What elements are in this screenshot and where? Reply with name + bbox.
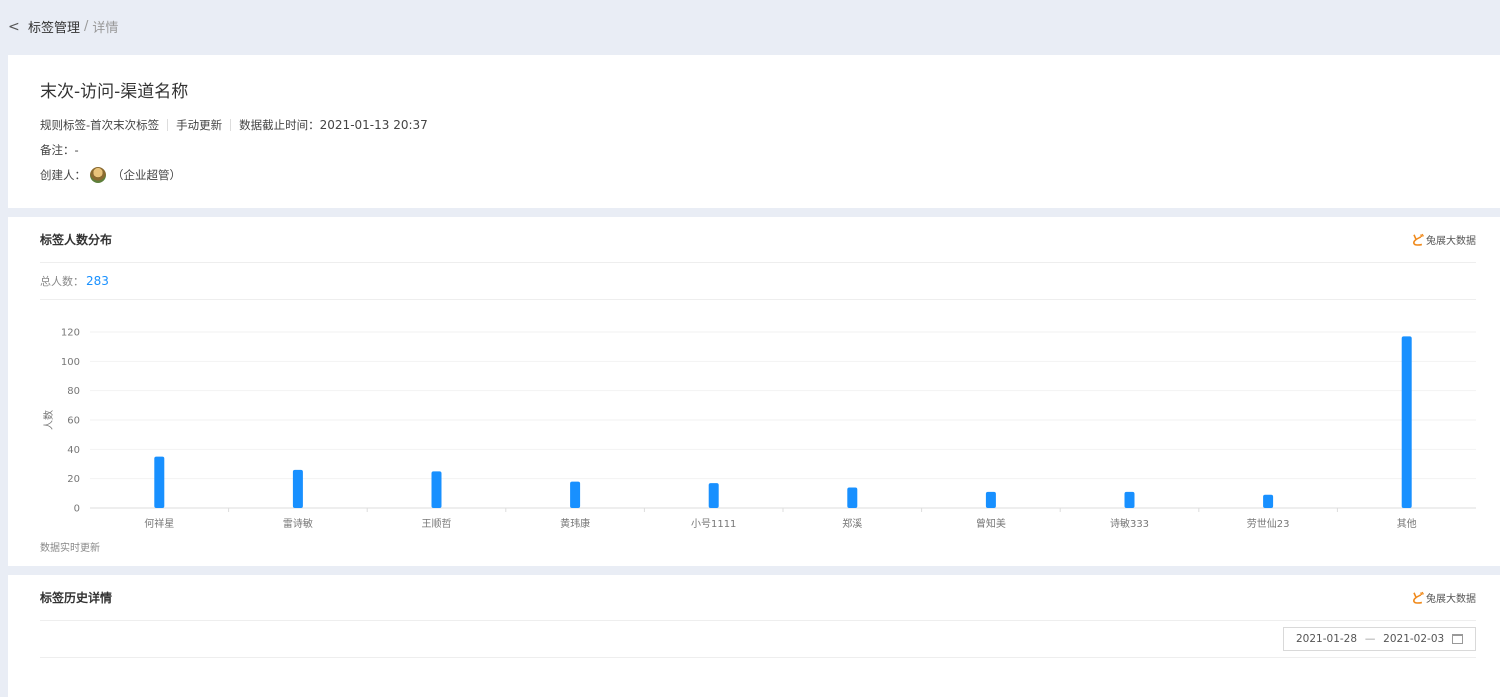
bar bbox=[570, 481, 581, 508]
x-tick-label: 王顺哲 bbox=[422, 518, 452, 530]
remark-value: - bbox=[74, 143, 79, 157]
breadcrumb: < 标签管理 / 详情 bbox=[0, 0, 1500, 53]
bar bbox=[1263, 494, 1274, 508]
bar bbox=[985, 491, 996, 508]
brand-logo: ど 兔展大数据 bbox=[1411, 588, 1476, 607]
calendar-icon[interactable] bbox=[1452, 634, 1463, 644]
total-label: 总人数： bbox=[40, 275, 84, 288]
x-tick-label: 小号1111 bbox=[691, 518, 736, 530]
date-end[interactable]: 2021-02-03 bbox=[1383, 633, 1444, 645]
y-tick-label: 120 bbox=[61, 328, 80, 339]
x-tick-label: 何祥星 bbox=[144, 517, 174, 530]
tag-info-card: 末次-访问-渠道名称 规则标签-首次末次标签 手动更新 数据截止时间： 2021… bbox=[8, 55, 1500, 208]
divider bbox=[167, 119, 169, 131]
breadcrumb-separator: / bbox=[84, 19, 89, 34]
y-tick-label: 40 bbox=[67, 445, 80, 456]
bar bbox=[1401, 336, 1412, 508]
remark-row: 备注： - bbox=[40, 142, 1468, 158]
date-start[interactable]: 2021-01-28 bbox=[1296, 633, 1357, 645]
brand-logo: ど 兔展大数据 bbox=[1411, 230, 1476, 249]
bar bbox=[1124, 491, 1135, 508]
bar bbox=[847, 487, 858, 508]
y-tick-label: 100 bbox=[61, 357, 80, 368]
y-tick-label: 20 bbox=[67, 474, 80, 485]
creator-row: 创建人： （企业超管） bbox=[40, 167, 1468, 183]
realtime-note: 数据实时更新 bbox=[40, 543, 100, 554]
rabbit-logo-icon: ど bbox=[1410, 234, 1424, 249]
section-title: 标签人数分布 bbox=[40, 233, 113, 247]
bar bbox=[292, 469, 303, 508]
y-tick-label: 0 bbox=[74, 504, 80, 515]
chevron-left-icon[interactable]: < bbox=[8, 19, 28, 35]
remark-label: 备注： bbox=[40, 143, 75, 157]
y-axis-label: 人数 bbox=[42, 410, 55, 430]
x-tick-label: 雷诗敏 bbox=[283, 517, 313, 530]
y-tick-label: 80 bbox=[67, 386, 80, 397]
total-row: 总人数： 283 bbox=[40, 263, 1476, 300]
data-cutoff-label: 数据截止时间： bbox=[239, 118, 320, 132]
date-range-picker[interactable]: 2021-01-28 — 2021-02-03 bbox=[1283, 627, 1476, 651]
bar bbox=[431, 471, 442, 508]
y-tick-label: 60 bbox=[67, 416, 80, 427]
page-title: 末次-访问-渠道名称 bbox=[40, 82, 189, 102]
x-tick-label: 黄玮康 bbox=[560, 517, 590, 530]
update-mode: 手动更新 bbox=[176, 118, 223, 132]
brand-name: 兔展大数据 bbox=[1426, 236, 1476, 247]
date-separator: — bbox=[1364, 633, 1376, 645]
divider bbox=[230, 119, 232, 131]
brand-name: 兔展大数据 bbox=[1426, 594, 1476, 605]
avatar bbox=[90, 167, 106, 183]
section-title: 标签历史详情 bbox=[40, 591, 113, 605]
breadcrumb-current: 详情 bbox=[92, 21, 119, 36]
tag-meta-row: 规则标签-首次末次标签 手动更新 数据截止时间： 2021-01-13 20:3… bbox=[40, 117, 1468, 133]
total-value: 283 bbox=[86, 274, 109, 288]
rabbit-logo-icon: ど bbox=[1410, 592, 1424, 607]
x-tick-label: 劳世仙23 bbox=[1247, 517, 1290, 530]
bar bbox=[708, 483, 719, 508]
x-tick-label: 曾知美 bbox=[976, 517, 1006, 530]
distribution-card: 标签人数分布 ど 兔展大数据 总人数： 283 0 20 40 60 80 100 120 人… bbox=[8, 217, 1500, 566]
x-tick-label: 其他 bbox=[1397, 517, 1417, 530]
data-cutoff-value: 2021-01-13 20:37 bbox=[319, 118, 428, 132]
breadcrumb-tag-management[interactable]: 标签管理 bbox=[28, 17, 80, 36]
date-filter-bar: 2021-01-28 — 2021-02-03 bbox=[40, 621, 1476, 658]
x-tick-label: 诗敏333 bbox=[1110, 517, 1149, 530]
history-card: 标签历史详情 ど 兔展大数据 2021-01-28 — 2021-02-03 bbox=[8, 575, 1500, 697]
creator-label: 创建人： bbox=[40, 168, 86, 182]
tag-type: 规则标签-首次末次标签 bbox=[40, 118, 160, 132]
creator-role: （企业超管） bbox=[112, 168, 181, 182]
bar bbox=[154, 456, 165, 508]
distribution-header: 标签人数分布 ど 兔展大数据 bbox=[40, 217, 1476, 263]
history-header: 标签历史详情 ど 兔展大数据 bbox=[40, 575, 1476, 621]
x-tick-label: 郑溪 bbox=[842, 517, 862, 530]
distribution-bar-chart: 0 20 40 60 80 100 120 人数何祥星 雷诗敏 王顺哲 黄玮康 小号1111 郑溪 曾知美… bbox=[42, 328, 1476, 530]
